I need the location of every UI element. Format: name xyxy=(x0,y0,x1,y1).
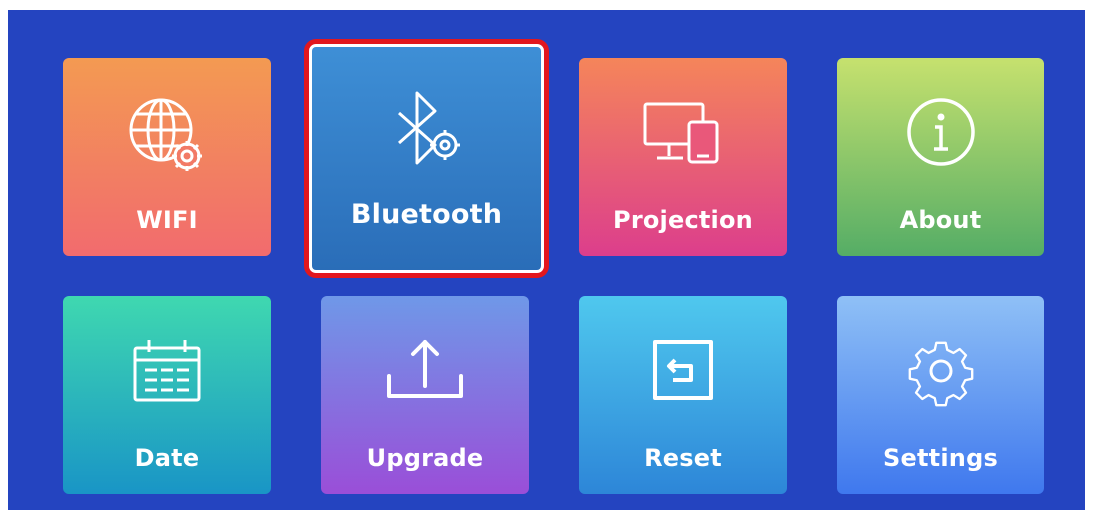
reset-tile[interactable]: Reset xyxy=(579,296,787,494)
settings-label: Settings xyxy=(883,444,998,472)
wifi-tile[interactable]: WIFI xyxy=(63,58,271,256)
date-tile[interactable]: Date xyxy=(63,296,271,494)
info-icon xyxy=(837,86,1044,186)
bluetooth-tile[interactable]: Bluetooth xyxy=(304,39,549,278)
wifi-label: WIFI xyxy=(136,206,198,234)
settings-tile[interactable]: Settings xyxy=(837,296,1044,494)
calendar-icon xyxy=(63,324,271,424)
monitor-phone-icon xyxy=(579,86,787,186)
reset-icon xyxy=(579,324,787,424)
date-label: Date xyxy=(134,444,200,472)
launcher-screen: WIFI Bluetooth Projection About Date Upg… xyxy=(8,10,1085,510)
projection-tile[interactable]: Projection xyxy=(579,58,787,256)
bluetooth-label: Bluetooth xyxy=(350,199,503,230)
about-label: About xyxy=(899,206,982,234)
upload-icon xyxy=(321,324,529,424)
bluetooth-gear-icon xyxy=(312,83,541,183)
projection-label: Projection xyxy=(613,206,753,234)
upgrade-tile[interactable]: Upgrade xyxy=(321,296,529,494)
about-tile[interactable]: About xyxy=(837,58,1044,256)
gear-icon xyxy=(837,324,1044,424)
bluetooth-tile-face: Bluetooth xyxy=(312,47,541,270)
upgrade-label: Upgrade xyxy=(366,444,484,472)
reset-label: Reset xyxy=(644,444,722,472)
globe-gear-icon xyxy=(63,86,271,186)
